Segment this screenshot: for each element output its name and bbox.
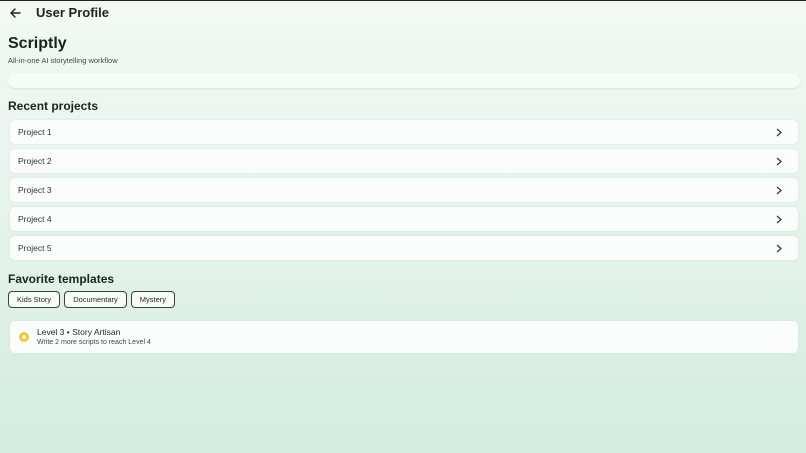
- list-item[interactable]: Project 2: [10, 149, 798, 173]
- project-label: Project 5: [18, 243, 52, 253]
- project-label: Project 1: [18, 127, 52, 137]
- app-tagline: All-in-one AI storytelling workflow: [8, 56, 118, 65]
- level-subtitle: Write 2 more scripts to reach Level 4: [37, 339, 151, 346]
- template-chips: Kids Story Documentary Mystery: [8, 291, 176, 308]
- favorite-templates-title: Favorite templates: [8, 272, 115, 286]
- project-label: Project 3: [18, 185, 52, 195]
- project-label: Project 2: [18, 156, 52, 166]
- arrow-left-icon: [10, 8, 21, 18]
- app-name: Scriptly: [8, 35, 67, 52]
- list-item[interactable]: Project 5: [10, 236, 798, 260]
- recent-projects-title: Recent projects: [8, 99, 99, 113]
- template-chip-kids-story[interactable]: Kids Story: [8, 291, 61, 308]
- top-app-bar: User Profile: [0, 0, 806, 24]
- chevron-right-icon: [776, 185, 784, 195]
- level-title: Level 3 • Story Artisan: [37, 327, 121, 337]
- level-card: Level 3 • Story Artisan Write 2 more scr…: [10, 321, 798, 353]
- recent-projects-list: Project 1 Project 2 Project 3 Project 4 …: [10, 120, 798, 265]
- chevron-right-icon: [776, 214, 784, 224]
- page-title: User Profile: [36, 5, 109, 20]
- list-item[interactable]: Project 1: [10, 120, 798, 144]
- project-label: Project 4: [18, 214, 52, 224]
- list-item[interactable]: Project 3: [10, 178, 798, 202]
- back-button[interactable]: [6, 4, 24, 22]
- chevron-right-icon: [776, 156, 784, 166]
- star-badge-icon: [19, 332, 29, 342]
- chevron-right-icon: [776, 243, 784, 253]
- template-chip-documentary[interactable]: Documentary: [64, 291, 127, 308]
- chevron-right-icon: [776, 127, 784, 137]
- template-chip-mystery[interactable]: Mystery: [130, 291, 176, 308]
- progress-bar: [8, 73, 800, 88]
- list-item[interactable]: Project 4: [10, 207, 798, 231]
